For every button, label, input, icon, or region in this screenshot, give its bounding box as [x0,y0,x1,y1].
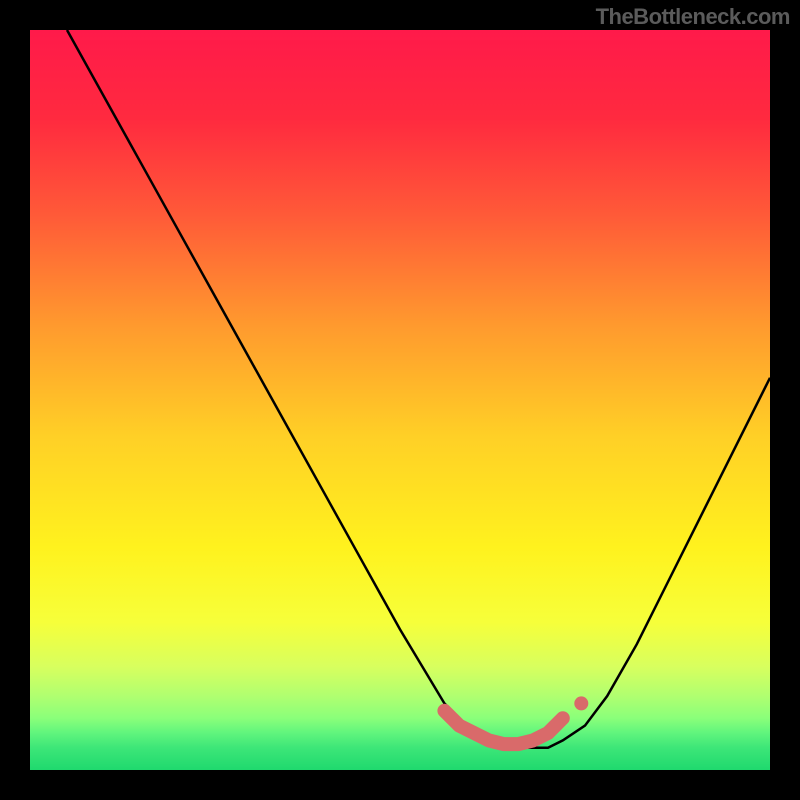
curve-layer [30,30,770,770]
plot-area [30,30,770,770]
watermark-text: TheBottleneck.com [596,4,790,30]
highlight-band [444,711,562,744]
chart-container: TheBottleneck.com [0,0,800,800]
bottleneck-curve [67,30,770,748]
highlight-end-dot [574,696,588,710]
